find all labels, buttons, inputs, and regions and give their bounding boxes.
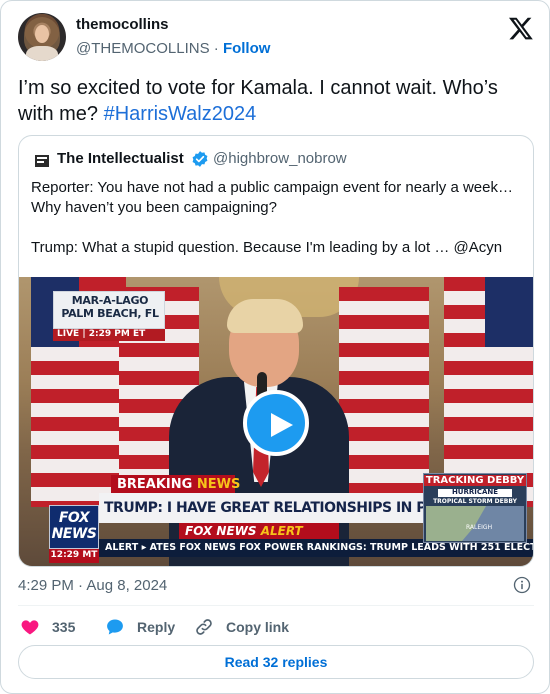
map-label: RALEIGH <box>466 524 493 531</box>
play-icon <box>271 413 293 437</box>
location-line1: MAR-A-LAGO <box>71 294 149 307</box>
link-icon <box>196 619 212 635</box>
fox-news-logo: FOX NEWS <box>49 505 99 549</box>
info-icon[interactable] <box>513 576 531 594</box>
heart-icon <box>21 620 39 635</box>
play-button[interactable] <box>243 390 309 456</box>
tweet-text: I’m so excited to vote for Kamala. I can… <box>18 75 528 127</box>
tracking-subtitle: TROPICAL STORM DEBBY <box>433 498 517 505</box>
alert-brand: FOX NEWS <box>185 524 257 538</box>
like-button[interactable]: 335 <box>20 617 75 637</box>
location-box: MAR-A-LAGO PALM BEACH, FL <box>53 291 165 329</box>
fox-clock: 12:29 MT <box>49 549 99 563</box>
fox-news-alert-text: FOX NEWS ALERT <box>185 524 303 538</box>
fox-clock-text: 12:29 MT <box>50 550 98 560</box>
tweet-body: I’m so excited to vote for Kamala. I can… <box>18 77 498 125</box>
read-replies-button[interactable]: Read 32 replies <box>18 645 534 679</box>
quoted-avatar[interactable] <box>33 152 51 170</box>
fox-logo-line2: NEWS <box>51 526 97 542</box>
flag-canton <box>485 277 533 347</box>
verified-badge-icon <box>192 151 208 167</box>
hashtag-link[interactable]: #HarrisWalz2024 <box>104 103 257 125</box>
avatar-face <box>35 25 49 43</box>
tracking-hurricane-tag: HURRICANE <box>438 488 512 497</box>
alert-word: ALERT <box>260 524 303 538</box>
quoted-author-handle[interactable]: @highbrow_nobrow <box>213 150 347 167</box>
tweet-embed-card: themocollins @THEMOCOLLINS · Follow I’m … <box>0 0 550 694</box>
tweet-timestamp[interactable]: 4:29 PM · Aug 8, 2024 <box>18 577 167 594</box>
ticker-text: ALERT ▸ ATES FOX NEWS FOX POWER RANKINGS… <box>105 542 533 553</box>
live-bar: LIVE | 2:29 PM ET <box>53 329 165 341</box>
speaker-hair <box>227 299 303 333</box>
reply-button[interactable]: Reply <box>105 617 175 637</box>
video-thumbnail[interactable]: MAR-A-LAGO PALM BEACH, FL LIVE | 2:29 PM… <box>19 277 533 566</box>
quoted-tweet[interactable]: The Intellectualist @highbrow_nobrow Rep… <box>18 135 534 567</box>
author-handle[interactable]: @THEMOCOLLINS <box>76 40 210 57</box>
tracking-debby-box: TRACKING DEBBY HURRICANE TROPICAL STORM … <box>423 473 527 543</box>
author-handle-row: @THEMOCOLLINS · Follow <box>76 40 270 57</box>
breaking-news-text: BREAKING NEWS <box>117 477 240 492</box>
copy-link-label: Copy link <box>226 619 290 635</box>
fox-news-alert-bar: FOX NEWS ALERT <box>179 523 339 539</box>
author-name[interactable]: themocollins <box>76 16 169 33</box>
x-logo-icon[interactable] <box>508 15 534 41</box>
like-count: 335 <box>52 619 76 635</box>
live-label: LIVE | 2:29 PM ET <box>57 329 146 339</box>
divider <box>18 605 534 606</box>
tracking-title: TRACKING DEBBY <box>424 475 526 486</box>
reply-bubble-icon <box>107 619 123 635</box>
storm-map: RALEIGH <box>426 506 524 541</box>
avatar-body <box>26 46 58 61</box>
reply-label: Reply <box>137 619 176 635</box>
quoted-text: Reporter: You have not had a public camp… <box>31 179 513 256</box>
breaking-news-word: NEWS <box>196 477 241 492</box>
location-line2: PALM BEACH, FL <box>61 307 159 320</box>
tracking-hurricane-text: HURRICANE <box>451 488 499 496</box>
breaking-news-banner: BREAKING NEWS <box>111 475 240 493</box>
follow-button[interactable]: Follow <box>223 40 271 57</box>
quoted-author-name[interactable]: The Intellectualist <box>57 150 184 167</box>
headline-banner: TRUMP: I HAVE GREAT RELATIONSHIPS IN PA … <box>99 493 498 523</box>
flag-right <box>339 287 429 517</box>
fox-logo-line1: FOX <box>58 510 90 526</box>
breaking-label: BREAKING <box>117 477 193 492</box>
author-avatar[interactable] <box>18 13 66 61</box>
handle-separator: · <box>213 40 219 57</box>
copy-link-button[interactable]: Copy link <box>194 617 289 637</box>
